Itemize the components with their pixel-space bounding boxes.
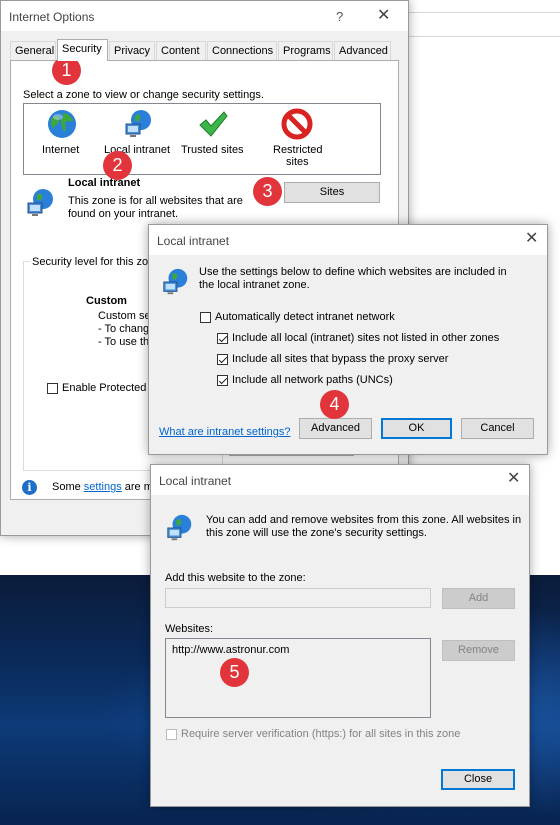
custom-level-title: Custom (86, 295, 127, 307)
include-proxy-bypass-label: Include all sites that bypass the proxy … (232, 353, 449, 365)
advanced-button[interactable]: Advanced (299, 418, 372, 439)
add-website-input[interactable] (165, 588, 431, 608)
include-unc-checkbox[interactable] (217, 375, 228, 386)
security-level-label: Security level for this zo (30, 256, 151, 268)
auto-detect-label: Automatically detect intranet network (215, 311, 395, 323)
window-title: Internet Options (9, 10, 95, 24)
tab-security[interactable]: Security (57, 39, 108, 61)
intranet-icon (123, 108, 155, 140)
zone-list[interactable]: Internet Local intranet Trusted sites Re… (23, 103, 381, 175)
add-button[interactable]: Add (442, 588, 515, 609)
list-item[interactable]: http://www.astronur.com (172, 644, 289, 656)
custom-level-text: - To chang (98, 323, 150, 335)
custom-level-text: - To use th (98, 336, 150, 348)
restricted-icon (281, 108, 313, 140)
websites-list[interactable]: http://www.astronur.com (165, 638, 431, 718)
local-intranet-sites-dialog: Local intranet ✕ You can add and remove … (150, 464, 530, 807)
globe-icon (46, 108, 78, 140)
tab-privacy[interactable]: Privacy (109, 41, 155, 60)
websites-label: Websites: (165, 623, 214, 635)
close-button[interactable]: ✕ (507, 471, 520, 487)
dialog-description-line1: You can add and remove websites from thi… (206, 514, 522, 526)
custom-level-text: Custom se (98, 310, 151, 322)
window-title: Local intranet (157, 234, 230, 248)
zone-restricted-sites-line1[interactable]: Restricted (273, 144, 323, 156)
close-button[interactable]: ✕ (377, 8, 390, 24)
require-https-label: Require server verification (https:) for… (181, 728, 461, 740)
tab-advanced[interactable]: Advanced (334, 41, 391, 60)
tab-content[interactable]: Content (156, 41, 206, 60)
zone-description-line2: found on your intranet. (68, 208, 179, 220)
include-local-label: Include all local (intranet) sites not l… (232, 332, 500, 344)
settings-link[interactable]: settings (84, 481, 122, 493)
window-title: Local intranet (159, 474, 232, 488)
intranet-icon (165, 513, 195, 543)
zone-restricted-sites-line2[interactable]: sites (286, 156, 309, 168)
dialog-description-line1: Use the settings below to define which w… (199, 266, 507, 278)
tab-general[interactable]: General (10, 41, 56, 60)
include-local-checkbox[interactable] (217, 333, 228, 344)
protected-mode-label: Enable Protected M (62, 382, 159, 394)
add-website-label: Add this website to the zone: (165, 572, 306, 584)
zone-trusted-sites[interactable]: Trusted sites (181, 144, 244, 156)
callout-badge: 3 (253, 177, 282, 206)
require-https-checkbox[interactable] (166, 729, 177, 740)
local-intranet-dialog: Local intranet ✕ Use the settings below … (148, 224, 548, 455)
include-unc-label: Include all network paths (UNCs) (232, 374, 393, 386)
intranet-icon (161, 267, 191, 297)
title-bar: Internet Options ? ✕ (1, 1, 408, 31)
sites-button[interactable]: Sites (284, 182, 380, 203)
auto-detect-checkbox[interactable] (200, 312, 211, 323)
checkmark-icon (197, 108, 229, 140)
info-text: Some settings are ma (52, 481, 160, 493)
cancel-button[interactable]: Cancel (461, 418, 534, 439)
intranet-icon (25, 187, 57, 219)
remove-button[interactable]: Remove (442, 640, 515, 661)
include-proxy-bypass-checkbox[interactable] (217, 354, 228, 365)
help-button[interactable]: ? (336, 9, 343, 24)
divider (408, 36, 560, 37)
title-bar: Local intranet ✕ (149, 225, 547, 255)
ok-button[interactable]: OK (381, 418, 452, 439)
protected-mode-checkbox[interactable] (47, 383, 58, 394)
zone-prompt: Select a zone to view or change security… (23, 89, 264, 101)
callout-badge: 5 (220, 658, 249, 687)
intranet-settings-help-link[interactable]: What are intranet settings? (159, 426, 290, 438)
zone-heading: Local intranet (68, 177, 141, 189)
tab-programs[interactable]: Programs (278, 41, 333, 60)
dialog-description-line2: this zone will use the zone's security s… (206, 527, 427, 539)
title-bar: Local intranet ✕ (151, 465, 529, 495)
info-icon: i (22, 480, 37, 495)
tab-connections[interactable]: Connections (207, 41, 277, 60)
callout-badge: 2 (103, 151, 132, 180)
dialog-description-line2: the local intranet zone. (199, 279, 310, 291)
zone-internet[interactable]: Internet (42, 144, 79, 156)
close-button[interactable]: ✕ (525, 231, 538, 247)
zone-description-line1: This zone is for all websites that are (68, 195, 243, 207)
callout-badge: 4 (320, 390, 349, 419)
close-dialog-button[interactable]: Close (441, 769, 515, 790)
divider (408, 12, 560, 13)
